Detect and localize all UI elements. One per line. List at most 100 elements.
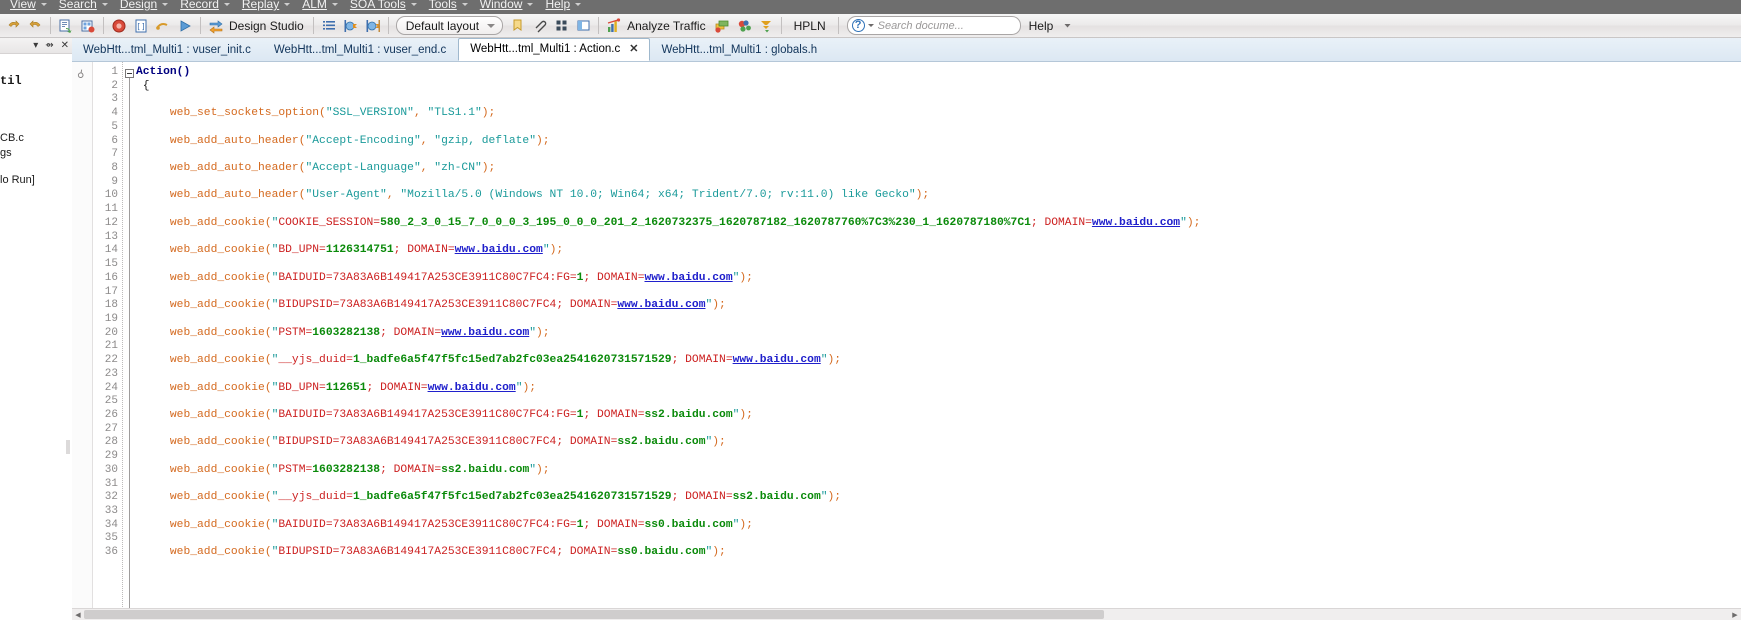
code-line[interactable] [136, 176, 1741, 190]
design-studio-label[interactable]: Design Studio [227, 19, 309, 33]
editor-tab-active[interactable]: WebHtt...tml_Multi1 : Action.c ✕ [458, 38, 651, 61]
code-line[interactable] [136, 478, 1741, 492]
code-link[interactable]: www.baidu.com [1092, 217, 1180, 229]
code-line[interactable] [136, 340, 1741, 354]
menu-item-tools[interactable]: Tools [423, 0, 474, 14]
code-line[interactable] [136, 368, 1741, 382]
search-input[interactable]: ? Search docume... [846, 16, 1021, 35]
code-line[interactable]: web_add_cookie("BD_UPN=112651; DOMAIN=ww… [136, 382, 1741, 396]
runtime-settings-icon[interactable] [340, 15, 362, 36]
network-icon[interactable] [733, 15, 755, 36]
code-line[interactable]: web_add_cookie(" PSTM=1603282138; DOMAIN=… [136, 464, 1741, 478]
undo-icon[interactable] [2, 15, 24, 36]
fold-collapse-icon[interactable] [125, 69, 134, 78]
tree-item[interactable]: lo Run] [0, 173, 72, 188]
snapshot-icon[interactable] [77, 15, 99, 36]
chevron-down-icon[interactable]: ▾ [33, 40, 38, 51]
code-link[interactable]: www.baidu.com [455, 244, 543, 256]
code-line[interactable] [136, 203, 1741, 217]
code-link[interactable]: www.baidu.com [428, 382, 516, 394]
code-line[interactable] [136, 231, 1741, 245]
tree-item[interactable]: CB.c [0, 131, 72, 146]
code-line[interactable]: web_add_cookie("BIDUPSID=73A83A6B149417A… [136, 299, 1741, 313]
pause-icon[interactable] [152, 15, 174, 36]
code-content[interactable]: Action() { web_set_sockets_option("SSL_V… [136, 62, 1741, 609]
editor-tab[interactable]: WebHtt...tml_Multi1 : vuser_init.c [72, 39, 263, 61]
solution-tree[interactable]: til CB.c gs lo Run] [0, 54, 72, 188]
code-line[interactable] [136, 450, 1741, 464]
correlation-icon[interactable] [711, 15, 733, 36]
menu-item-help[interactable]: Help [539, 0, 587, 14]
code-line[interactable]: web_add_cookie("BAIDUID=73A83A6B149417A2… [136, 409, 1741, 423]
editor-tab[interactable]: WebHtt...tml_Multi1 : globals.h [650, 39, 829, 61]
scrollbar-thumb[interactable] [84, 610, 1104, 619]
code-line[interactable]: web_add_cookie("BAIDUID=73A83A6B149417A2… [136, 519, 1741, 533]
code-line[interactable]: web_add_cookie(" __yjs_duid=1_badfe6a5f47… [136, 354, 1741, 368]
code-line[interactable] [136, 148, 1741, 162]
code-editor[interactable]: ☌ 1 2 3 4 5 6 7 8 9 10 11 12 13 14 15 16 17 18 19 20 21 22 23 2… [72, 62, 1741, 609]
redo-icon[interactable] [24, 15, 46, 36]
code-line[interactable] [136, 395, 1741, 409]
menu-item-record[interactable]: Record [174, 0, 236, 14]
recompile-icon[interactable] [55, 15, 77, 36]
design-studio-icon[interactable] [205, 15, 227, 36]
close-icon[interactable]: ✕ [61, 40, 69, 51]
step-icon[interactable]: [] [130, 15, 152, 36]
code-link[interactable]: www.baidu.com [644, 272, 732, 284]
window-icon[interactable] [572, 15, 594, 36]
menu-item-design[interactable]: Design [114, 0, 174, 14]
menu-item-view[interactable]: View [4, 0, 53, 14]
code-line[interactable] [136, 423, 1741, 437]
code-line[interactable]: web_add_cookie(" BD_UPN=1126314751; DOMAI… [136, 244, 1741, 258]
bookmark-icon[interactable] [506, 15, 528, 36]
export-icon[interactable] [755, 15, 777, 36]
attachment-icon[interactable] [528, 15, 550, 36]
code-line[interactable] [136, 313, 1741, 327]
editor-horizontal-scrollbar[interactable]: ◀ ▶ [72, 608, 1741, 620]
scrollbar-track[interactable] [84, 610, 1729, 619]
editor-bookmark-gutter[interactable]: ☌ [72, 62, 93, 609]
layout-dropdown[interactable]: Default layout [395, 16, 504, 35]
help-menu-button[interactable]: Help [1021, 19, 1057, 33]
code-line[interactable] [136, 532, 1741, 546]
code-line[interactable] [136, 93, 1741, 107]
code-line[interactable] [136, 121, 1741, 135]
code-line[interactable]: web_add_cookie("BIDUPSID=73A83A6B149417A… [136, 546, 1741, 560]
parameter-list-icon[interactable] [362, 15, 384, 36]
code-link[interactable]: www.baidu.com [441, 327, 529, 339]
tree-item[interactable]: til [0, 74, 72, 89]
record-icon[interactable] [108, 15, 130, 36]
scroll-left-arrow-icon[interactable]: ◀ [72, 609, 84, 620]
code-link[interactable]: www.baidu.com [733, 354, 821, 366]
pin-icon[interactable]: ⇴ [45, 40, 53, 51]
code-line[interactable] [136, 258, 1741, 272]
code-link[interactable]: www.baidu.com [617, 299, 705, 311]
editor-splitter-handle[interactable] [66, 440, 70, 454]
code-line[interactable]: web_add_auto_header("Accept-Language", "… [136, 162, 1741, 176]
code-line[interactable]: web_add_cookie(" __yjs_duid=1_badfe6a5f47… [136, 491, 1741, 505]
code-line[interactable]: web_add_cookie("BIDUPSID=73A83A6B149417A… [136, 436, 1741, 450]
code-line[interactable]: web_add_cookie(" PSTM=1603282138; DOMAIN=… [136, 327, 1741, 341]
task-list-icon[interactable] [318, 15, 340, 36]
code-line[interactable]: web_add_cookie("BAIDUID=73A83A6B149417A2… [136, 272, 1741, 286]
menu-item-search[interactable]: Search [53, 0, 114, 14]
hpln-button[interactable]: HPLN [786, 19, 834, 33]
menu-item-soa-tools[interactable]: SOA Tools [344, 0, 423, 14]
code-line[interactable]: Action() [136, 66, 1741, 80]
analyze-traffic-label[interactable]: Analyze Traffic [625, 19, 710, 33]
menu-item-replay[interactable]: Replay [236, 0, 296, 14]
menu-item-window[interactable]: Window [474, 0, 540, 14]
code-line[interactable]: web_add_cookie(" COOKIE_SESSION=580_2_3_0… [136, 217, 1741, 231]
grid-icon[interactable] [550, 15, 572, 36]
scroll-right-arrow-icon[interactable]: ▶ [1729, 609, 1741, 620]
code-line[interactable]: web_set_sockets_option("SSL_VERSION", "T… [136, 107, 1741, 121]
menu-item-alm[interactable]: ALM [296, 0, 344, 14]
code-folding-gutter[interactable] [124, 62, 136, 609]
tree-item[interactable]: gs [0, 146, 72, 161]
editor-tab[interactable]: WebHtt...tml_Multi1 : vuser_end.c [263, 39, 458, 61]
run-icon[interactable] [174, 15, 196, 36]
close-icon[interactable]: ✕ [629, 38, 638, 61]
code-line[interactable]: web_add_auto_header("Accept-Encoding", "… [136, 135, 1741, 149]
code-line[interactable] [136, 505, 1741, 519]
help-chevron-down-icon[interactable] [1056, 15, 1078, 36]
